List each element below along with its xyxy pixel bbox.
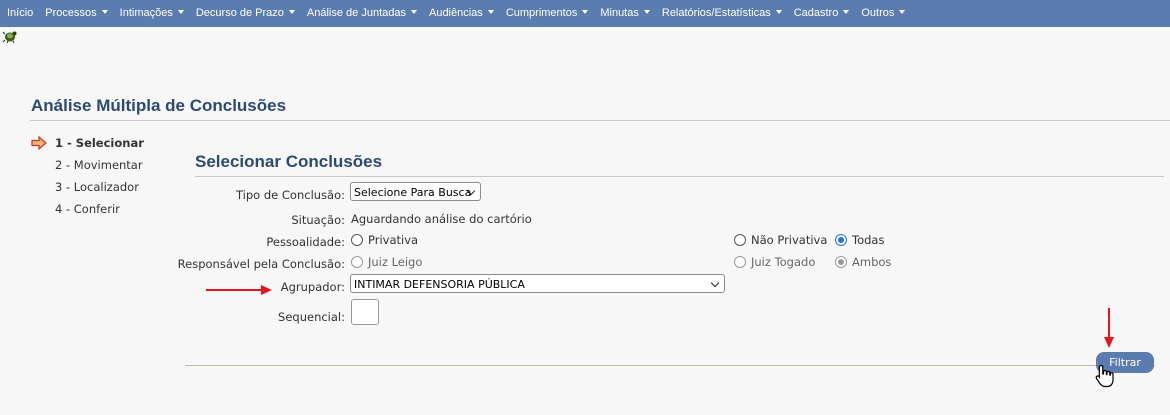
radio-circle-checked <box>835 256 847 268</box>
radio-circle <box>734 256 746 268</box>
radio-circle <box>351 234 363 246</box>
nav-label: Análise de Juntadas <box>306 7 406 19</box>
form-divider <box>185 365 1155 366</box>
nav-label: Processos <box>45 7 97 19</box>
select-value: Selecione Para Busca <box>354 186 472 199</box>
responsavel-label: Responsável pela Conclusão: <box>177 257 345 271</box>
top-navigation-bar: Início Processos Intimações Decurso de P… <box>0 0 1170 27</box>
caret-down-icon <box>582 10 589 15</box>
pessoalidade-label: Pessoalidade: <box>266 235 345 249</box>
caret-down-icon <box>101 10 108 15</box>
select-value: INTIMAR DEFENSORIA PÚBLICA <box>354 278 525 291</box>
agrupador-label: Agrupador: <box>280 280 345 294</box>
nav-label: Minutas <box>600 7 639 19</box>
nav-item-cadastro[interactable]: Cadastro <box>788 0 856 27</box>
nav-label: Cadastro <box>793 7 839 19</box>
nav-item-processos[interactable]: Processos <box>39 0 113 27</box>
hand-cursor-icon <box>1095 364 1114 388</box>
nav-item-inicio[interactable]: Início <box>0 0 39 27</box>
radio-label: Ambos <box>852 255 892 269</box>
caret-down-icon <box>177 10 184 15</box>
bug-icon[interactable] <box>2 29 18 43</box>
nav-item-audiencias[interactable]: Audiências <box>423 0 500 27</box>
nav-item-outros[interactable]: Outros <box>855 0 911 27</box>
step-selecionar[interactable]: 1 - Selecionar <box>30 136 144 158</box>
step-label: 1 - Selecionar <box>55 136 144 150</box>
tipo-conclusao-select[interactable]: Selecione Para Busca <box>350 182 481 201</box>
caret-down-icon <box>410 10 417 15</box>
radio-label: Juiz Leigo <box>368 255 423 269</box>
radio-label: Não Privativa <box>751 233 828 247</box>
radio-ambos[interactable]: Ambos <box>835 255 891 269</box>
nav-item-minutas[interactable]: Minutas <box>594 0 656 27</box>
nav-item-relatorios-estatisticas[interactable]: Relatórios/Estatísticas <box>656 0 788 27</box>
nav-label: Audiências <box>428 7 483 19</box>
section-title: Selecionar Conclusões <box>195 152 383 171</box>
radio-label: Privativa <box>368 233 419 247</box>
caret-down-icon <box>775 10 782 15</box>
agrupador-select[interactable]: INTIMAR DEFENSORIA PÚBLICA <box>350 274 725 293</box>
nav-label: Cumprimentos <box>505 7 578 19</box>
caret-down-icon <box>643 10 650 15</box>
caret-down-icon <box>487 10 494 15</box>
radio-privativa[interactable]: Privativa <box>351 233 418 247</box>
nav-item-decurso-de-prazo[interactable]: Decurso de Prazo <box>190 0 301 27</box>
caret-down-icon <box>843 10 850 15</box>
annotation-arrow-right-icon <box>206 285 272 295</box>
step-conferir[interactable]: 4 - Conferir <box>30 202 144 224</box>
situacao-label: Situação: <box>291 213 345 227</box>
chevron-down-icon <box>710 278 720 288</box>
wizard-steps: 1 - Selecionar 2 - Movimentar 3 - Locali… <box>30 136 144 224</box>
page-title: Análise Múltipla de Conclusões <box>31 96 287 115</box>
caret-down-icon <box>899 10 906 15</box>
sequencial-input[interactable] <box>351 299 379 325</box>
caret-down-icon <box>288 10 295 15</box>
radio-todas[interactable]: Todas <box>835 233 884 247</box>
nav-label: Decurso de Prazo <box>195 7 284 19</box>
radio-circle <box>351 256 363 268</box>
radio-circle-checked <box>835 234 847 246</box>
step-label: 4 - Conferir <box>55 202 120 216</box>
nav-item-intimacoes[interactable]: Intimações <box>114 0 190 27</box>
nav-label: Início <box>7 7 34 19</box>
section-divider <box>195 176 1164 177</box>
nav-label: Relatórios/Estatísticas <box>661 7 771 19</box>
radio-label: Juiz Togado <box>751 255 816 269</box>
radio-nao-privativa[interactable]: Não Privativa <box>734 233 827 247</box>
radio-circle <box>734 234 746 246</box>
nav-item-analise-de-juntadas[interactable]: Análise de Juntadas <box>301 0 423 27</box>
situacao-value: Aguardando análise do cartório <box>351 212 532 226</box>
step-localizador[interactable]: 3 - Localizador <box>30 180 144 202</box>
step-label: 3 - Localizador <box>55 180 139 194</box>
sequencial-label: Sequencial: <box>278 310 345 324</box>
title-divider <box>30 120 1170 121</box>
radio-label: Todas <box>852 233 885 247</box>
annotation-arrow-down-icon <box>1104 308 1114 348</box>
arrow-right-icon <box>31 136 47 150</box>
tipo-conclusao-label: Tipo de Conclusão: <box>236 188 345 202</box>
nav-item-cumprimentos[interactable]: Cumprimentos <box>500 0 595 27</box>
radio-juiz-leigo[interactable]: Juiz Leigo <box>351 255 422 269</box>
step-label: 2 - Movimentar <box>55 158 143 172</box>
step-movimentar[interactable]: 2 - Movimentar <box>30 158 144 180</box>
radio-juiz-togado[interactable]: Juiz Togado <box>734 255 815 269</box>
nav-label: Intimações <box>119 7 173 19</box>
nav-label: Outros <box>861 7 895 19</box>
